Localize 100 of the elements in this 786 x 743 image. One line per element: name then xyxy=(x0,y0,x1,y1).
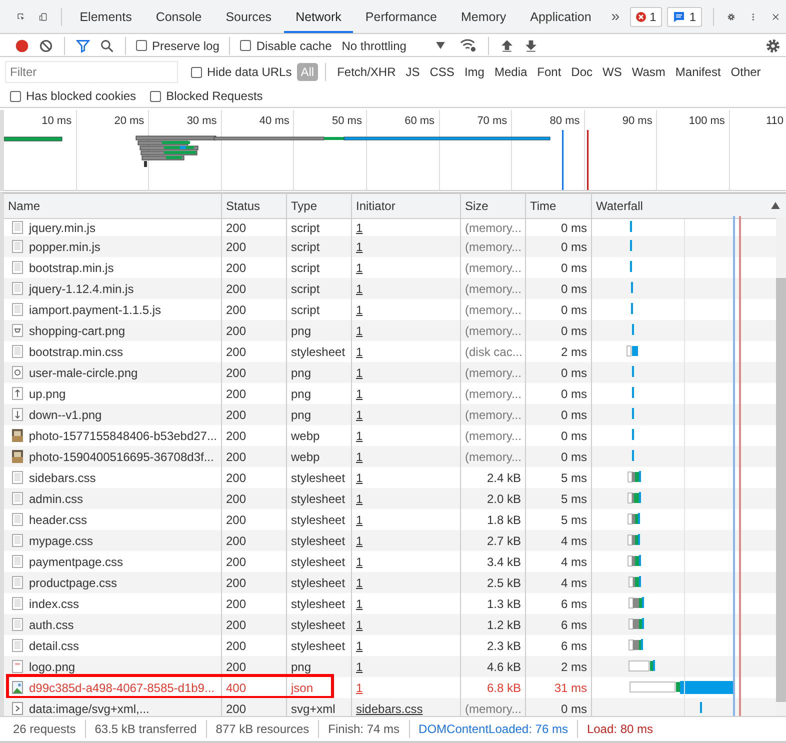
record-icon[interactable] xyxy=(15,38,29,52)
initiator-link[interactable]: 1 xyxy=(356,660,363,674)
table-cell: 2 ms xyxy=(526,656,592,677)
initiator-link[interactable]: 1 xyxy=(356,680,363,694)
panel-tab[interactable]: Network xyxy=(284,0,354,33)
upload-icon[interactable] xyxy=(500,38,514,52)
clear-icon[interactable] xyxy=(39,38,53,52)
initiator-link[interactable]: 1 xyxy=(356,386,363,400)
type-filter-button[interactable]: CSS xyxy=(426,63,458,81)
table-cell: 200 xyxy=(222,488,287,509)
column-header[interactable]: Status xyxy=(222,194,287,218)
initiator-link[interactable]: 1 xyxy=(356,470,363,484)
type-filter-button[interactable]: JS xyxy=(402,63,424,81)
status-text: 26 requests xyxy=(13,722,76,736)
table-cell: 0 ms xyxy=(526,404,592,425)
blocked-filter-checkbox[interactable]: Blocked Requests xyxy=(150,89,263,103)
table-cell: 200 xyxy=(222,320,287,341)
table-cell[interactable]: productpage.css xyxy=(4,572,222,593)
table-cell[interactable]: jquery-1.12.4.min.js xyxy=(4,278,222,299)
type-filter-button[interactable]: Font xyxy=(533,63,566,81)
filter-field[interactable]: Filter xyxy=(6,62,177,82)
initiator-link[interactable]: 1 xyxy=(356,344,363,358)
hide-data-urls-checkbox[interactable]: Hide data URLs xyxy=(191,65,292,79)
error-count-badge[interactable]: 1 xyxy=(630,6,662,26)
column-header[interactable]: Initiator xyxy=(352,194,461,218)
scrollbar[interactable] xyxy=(776,218,786,716)
initiator-link[interactable]: 1 xyxy=(356,576,363,590)
table-cell[interactable]: shopping-cart.png xyxy=(4,320,222,341)
table-cell: stylesheet xyxy=(287,614,352,635)
table-cell[interactable]: auth.css xyxy=(4,614,222,635)
initiator-link[interactable]: sidebars.css xyxy=(356,702,423,716)
initiator-link[interactable]: 1 xyxy=(356,618,363,632)
table-cell[interactable]: popper.min.js xyxy=(4,236,222,257)
initiator-link[interactable]: 1 xyxy=(356,596,363,610)
table-cell: (memory... xyxy=(461,446,526,467)
search-icon[interactable] xyxy=(100,38,114,52)
table-cell: 0 ms xyxy=(526,236,592,257)
initiator-link[interactable]: 1 xyxy=(356,428,363,442)
type-filter-button[interactable]: Media xyxy=(490,63,532,81)
initiator-link[interactable]: 1 xyxy=(356,282,363,296)
more-tabs-button[interactable]: » xyxy=(611,8,620,25)
table-cell[interactable]: mypage.css xyxy=(4,530,222,551)
initiator-link[interactable]: 1 xyxy=(356,450,363,464)
panel-tab[interactable]: Memory xyxy=(448,0,518,33)
initiator-link[interactable]: 1 xyxy=(356,302,363,316)
column-header[interactable]: Size xyxy=(461,194,526,218)
initiator-link[interactable]: 1 xyxy=(356,408,363,422)
table-cell: 200 xyxy=(222,278,287,299)
download-icon[interactable] xyxy=(524,38,538,52)
throttling-dropdown[interactable]: No throttling xyxy=(342,38,448,52)
initiator-link[interactable]: 1 xyxy=(356,512,363,526)
column-header[interactable]: Time xyxy=(526,194,592,218)
type-filter-button[interactable]: Manifest xyxy=(671,63,725,81)
column-header[interactable]: Type xyxy=(287,194,352,218)
disable-cache-checkbox[interactable]: Disable cache xyxy=(240,38,332,52)
type-filter-button[interactable]: Other xyxy=(726,63,765,81)
type-filter-button[interactable]: Doc xyxy=(567,63,597,81)
panel-tab[interactable]: Application xyxy=(518,0,604,33)
panel-tab[interactable]: Console xyxy=(144,0,214,33)
initiator-link[interactable]: 1 xyxy=(356,554,363,568)
initiator-link[interactable]: 1 xyxy=(356,240,363,254)
initiator-link[interactable]: 1 xyxy=(356,492,363,506)
initiator-link[interactable]: 1 xyxy=(356,534,363,548)
waterfall-bar xyxy=(627,513,641,526)
initiator-link[interactable]: 1 xyxy=(356,366,363,380)
initiator-link[interactable]: 1 xyxy=(356,324,363,338)
table-cell[interactable]: user-male-circle.png xyxy=(4,362,222,383)
type-filter-button[interactable]: Fetch/XHR xyxy=(333,63,400,81)
table-cell: png xyxy=(287,404,352,425)
table-cell[interactable]: admin.css xyxy=(4,488,222,509)
initiator-link[interactable]: 1 xyxy=(356,220,363,234)
table-cell[interactable]: logo.png xyxy=(4,656,222,677)
waterfall-bar xyxy=(626,345,639,358)
timeline-tick-label: 100 ms xyxy=(657,110,730,190)
dropdown-arrow-icon[interactable] xyxy=(436,42,446,49)
panel-tab[interactable]: Sources xyxy=(214,0,284,33)
table-cell[interactable]: photo-1590400516695-36708d3f... xyxy=(4,446,222,467)
preserve-log-checkbox[interactable]: Preserve log xyxy=(136,38,220,52)
network-conditions-icon[interactable] xyxy=(460,38,478,53)
message-count-badge[interactable]: 1 xyxy=(667,6,702,26)
type-filter-button[interactable]: WS xyxy=(598,63,626,81)
waterfall-bar xyxy=(631,324,635,337)
waterfall-bar xyxy=(629,221,633,234)
type-filter-button[interactable]: Img xyxy=(460,63,488,81)
column-header[interactable]: Waterfall xyxy=(592,194,766,218)
file-name: down--v1.png xyxy=(29,408,102,422)
panel-tab[interactable]: Elements xyxy=(68,0,144,33)
panel-tab[interactable]: Performance xyxy=(353,0,449,33)
table-cell: (memory... xyxy=(461,362,526,383)
waterfall-bar xyxy=(627,492,642,505)
sort-icon[interactable] xyxy=(771,202,780,209)
table-cell[interactable]: down--v1.png xyxy=(4,404,222,425)
type-filter-button[interactable]: Wasm xyxy=(628,63,670,81)
filter-icon[interactable] xyxy=(76,38,90,52)
initiator-link[interactable]: 1 xyxy=(356,638,363,652)
table-cell: 6 ms xyxy=(526,614,592,635)
initiator-link[interactable]: 1 xyxy=(356,260,363,274)
column-header[interactable]: Name xyxy=(4,194,222,218)
blocked-filter-checkbox[interactable]: Has blocked cookies xyxy=(10,89,136,103)
settings-icon[interactable] xyxy=(765,38,781,54)
